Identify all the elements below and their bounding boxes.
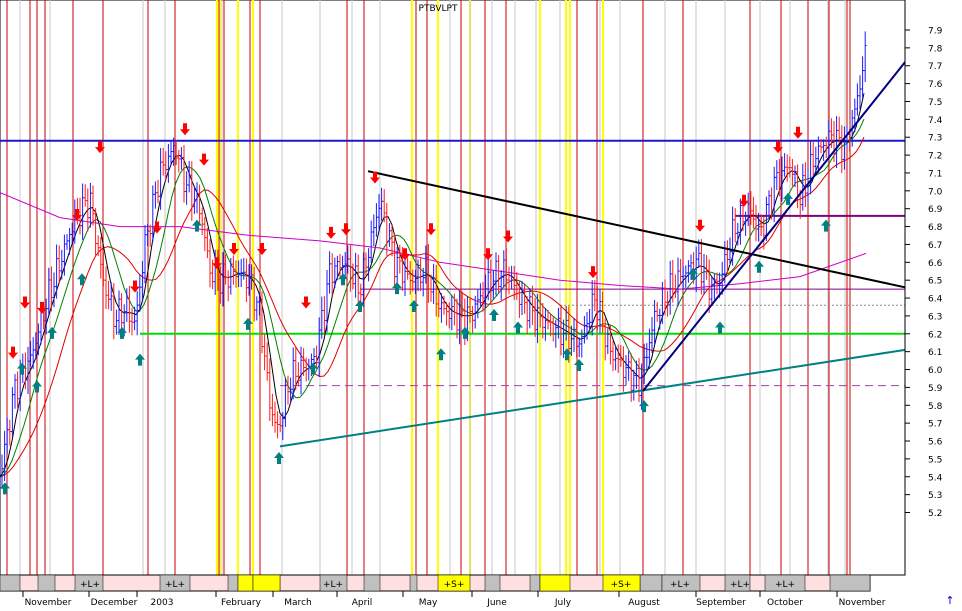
y-tick-label: 7.7 [928,62,942,72]
y-tick-label: 7.0 [928,187,943,197]
band-label: +S+ [444,580,465,590]
y-tick-label: 7.1 [928,169,942,179]
band-label: +S+ [611,580,632,590]
y-tick-label: 6.1 [928,348,942,358]
band-segment [37,574,56,592]
band-segment [363,574,381,592]
band-segment [0,574,21,592]
y-tick-label: 7.4 [928,116,943,126]
y-tick-label: 7.5 [928,98,942,108]
y-tick-label: 6.4 [928,295,943,305]
y-tick-label: 5.4 [928,473,943,483]
y-tick-label: 6.9 [928,205,943,215]
corner-arrow-icon: ↑ [945,594,954,607]
x-tick-label: May [419,598,438,607]
y-tick-label: 6.3 [928,312,942,322]
y-tick-label: 6.6 [928,259,943,269]
y-tick-label: 6.2 [928,330,942,340]
chart-title: PTBVLPT [419,4,458,14]
band-label: +L+ [670,580,690,590]
band-segment [409,574,418,592]
chart-container: 7.9 7.8 7.7 7.6 7.5 7.4 7.3 7.2 7.1 7.0 6.9 6.8 6.7 6… [0,0,962,608]
y-tick-label: 5.2 [928,509,942,519]
y-tick-label: 6.8 [928,223,943,233]
y-tick-label: 6.5 [928,277,942,287]
band-label: +L+ [165,580,185,590]
y-tick-label: 5.6 [928,438,943,448]
x-tick-label: December [91,598,138,607]
band-segment [529,574,541,592]
x-tick-label: July [554,598,572,607]
band-label: +L+ [80,580,100,590]
x-tick-label: November [25,598,72,607]
x-tick-label: 2003 [151,598,174,607]
y-tick-label: 7.8 [928,44,943,54]
y-tick-label: 7.2 [928,152,942,162]
band-label: +L+ [730,580,750,590]
band-highlight [237,574,254,592]
band-label: +L+ [323,580,343,590]
band-segment [484,574,501,592]
x-tick-label: September [696,598,746,607]
band-segment [639,574,663,592]
x-tick-label: October [767,598,803,607]
x-tick-label: March [284,598,311,607]
y-tick-label: 7.6 [928,80,943,90]
band-label: +L+ [775,580,795,590]
x-tick-label: April [352,598,373,607]
x-tick-label: August [628,598,660,607]
y-tick-label: 7.3 [928,134,942,144]
x-tick-label: June [486,598,507,607]
band-segment [227,574,239,592]
stock-chart: 7.9 7.8 7.7 7.6 7.5 7.4 7.3 7.2 7.1 7.0 6.9 6.8 6.7 6… [0,0,962,608]
y-tick-label: 5.5 [928,455,942,465]
y-tick-label: 5.7 [928,420,942,430]
y-tick-label: 5.9 [928,384,943,394]
y-tick-label: 6.7 [928,241,942,251]
band-segment [829,574,871,592]
x-tick-label: February [221,598,262,607]
y-tick-label: 5.8 [928,402,943,412]
band-highlight [539,574,571,592]
y-tick-label: 5.3 [928,491,942,501]
y-tick-label: 6.0 [928,366,943,376]
band-highlight [252,574,281,592]
y-tick-label: 7.9 [928,27,943,37]
x-tick-label: November [839,598,886,607]
